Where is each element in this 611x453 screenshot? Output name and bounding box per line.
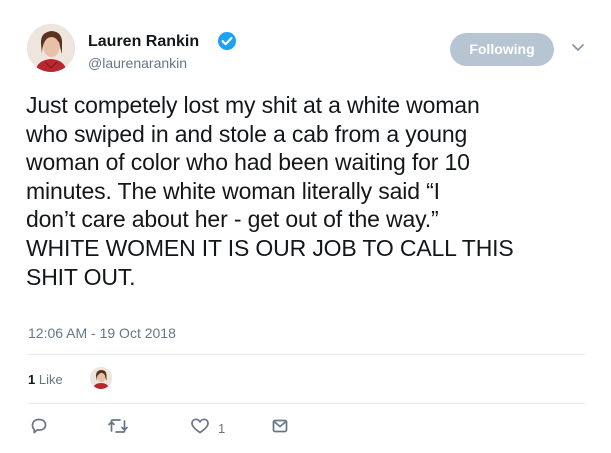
retweet-button[interactable]	[107, 417, 129, 437]
chevron-down-icon[interactable]	[571, 43, 585, 53]
reply-button[interactable]	[30, 417, 48, 437]
tweet-card: Lauren Rankin @laurenarankin Following J…	[0, 0, 611, 453]
like-action-count: 1	[218, 421, 226, 436]
likes-label: Like	[38, 372, 63, 387]
tweet-timestamp[interactable]: 12:06 AM - 19 Oct 2018	[28, 325, 176, 341]
verified-badge-icon	[218, 32, 236, 50]
liker-avatar[interactable]	[90, 367, 112, 389]
likes-stat[interactable]: 1 Like	[28, 372, 63, 388]
tweet-text: Just competely lost my shit at a white w…	[26, 92, 514, 290]
user-name[interactable]: Lauren Rankin	[88, 33, 199, 51]
direct-message-icon	[272, 419, 288, 433]
avatar[interactable]	[27, 24, 75, 72]
direct-message-button[interactable]	[271, 417, 289, 437]
divider	[28, 354, 585, 355]
likes-count: 1	[28, 372, 36, 387]
retweet-icon	[108, 419, 128, 433]
following-button[interactable]: Following	[450, 33, 554, 66]
user-handle[interactable]: @laurenarankin	[88, 55, 187, 71]
like-icon	[191, 418, 209, 434]
divider	[28, 403, 585, 404]
reply-icon	[31, 418, 47, 434]
like-button[interactable]	[190, 417, 210, 437]
